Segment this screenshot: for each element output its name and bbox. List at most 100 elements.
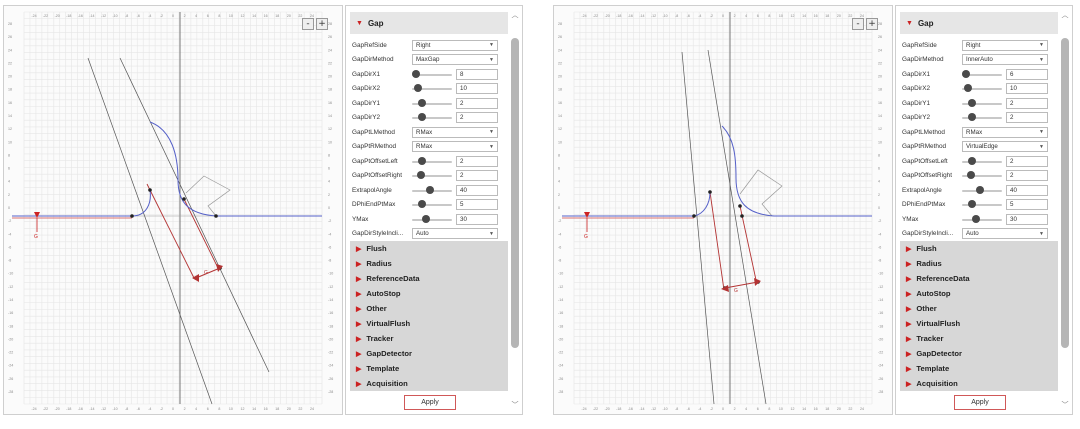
param-value-field[interactable]: 40 <box>1006 184 1048 196</box>
param-value-field[interactable]: 6 <box>1006 68 1048 80</box>
section-header[interactable]: ▶ Acquisition <box>350 376 508 391</box>
section-header[interactable]: ▶ Template <box>900 361 1058 376</box>
apply-button[interactable]: Apply <box>404 395 456 410</box>
param-value-field[interactable]: 10 <box>456 83 498 95</box>
param-slider[interactable] <box>412 199 452 210</box>
scrollbar-thumb[interactable] <box>511 38 519 348</box>
param-value-field[interactable]: 2 <box>1006 97 1048 109</box>
gap-section-header[interactable]: ▼ Gap <box>900 12 1058 34</box>
section-header[interactable]: ▶ ReferenceData <box>900 271 1058 286</box>
slider-handle[interactable] <box>968 156 977 165</box>
param-slider[interactable] <box>412 69 452 80</box>
slider-handle[interactable] <box>418 200 427 209</box>
section-header[interactable]: ▶ Flush <box>900 241 1058 256</box>
param-slider[interactable] <box>412 185 452 196</box>
slider-handle[interactable] <box>418 98 427 107</box>
panel-scrollbar[interactable]: ︿ ﹀ <box>510 8 520 412</box>
param-value-field[interactable]: 30 <box>456 213 498 225</box>
param-value-field[interactable]: 2 <box>1006 155 1048 167</box>
gap-section-header[interactable]: ▼ Gap <box>350 12 508 34</box>
section-header[interactable]: ▶ GapDetector <box>900 346 1058 361</box>
section-header[interactable]: ▶ Radius <box>350 256 508 271</box>
section-header[interactable]: ▶ Template <box>350 361 508 376</box>
slider-handle[interactable] <box>966 171 975 180</box>
param-slider[interactable] <box>962 98 1002 109</box>
param-slider[interactable] <box>962 112 1002 123</box>
slider-handle[interactable] <box>412 69 420 78</box>
param-slider[interactable] <box>962 156 1002 167</box>
slider-handle[interactable] <box>418 113 427 122</box>
param-slider[interactable] <box>412 156 452 167</box>
param-value-field[interactable]: 2 <box>456 170 498 182</box>
param-slider[interactable] <box>962 69 1002 80</box>
section-header[interactable]: ▶ Acquisition <box>900 376 1058 391</box>
slider-handle[interactable] <box>976 185 985 194</box>
param-slider[interactable] <box>962 83 1002 94</box>
section-header[interactable]: ▶ GapDetector <box>350 346 508 361</box>
section-header[interactable]: ▶ VirtualFlush <box>350 316 508 331</box>
param-slider[interactable] <box>412 170 452 181</box>
param-value-field[interactable]: 2 <box>456 155 498 167</box>
scrollbar-thumb[interactable] <box>1061 38 1069 348</box>
param-value-field[interactable]: 40 <box>456 184 498 196</box>
apply-button[interactable]: Apply <box>954 395 1006 410</box>
param-slider[interactable] <box>962 199 1002 210</box>
param-slider[interactable] <box>412 98 452 109</box>
param-value-field[interactable]: 30 <box>1006 213 1048 225</box>
section-header[interactable]: ▶ Tracker <box>350 331 508 346</box>
section-header[interactable]: ▶ Radius <box>900 256 1058 271</box>
param-dropdown[interactable]: Right ▼ <box>962 39 1048 51</box>
zoom-out-button[interactable]: - <box>852 18 864 30</box>
param-slider[interactable] <box>962 170 1002 181</box>
panel-scrollbar[interactable]: ︿ ﹀ <box>1060 8 1070 412</box>
param-value-field[interactable]: 2 <box>1006 112 1048 124</box>
scroll-down-icon[interactable]: ﹀ <box>1060 400 1070 410</box>
slider-handle[interactable] <box>962 69 970 78</box>
param-slider[interactable] <box>412 214 452 225</box>
profile-plot[interactable]: -24 -24 -22 -22 -20 -20 -18 -18 -16 -16 -14 -14 -12-… <box>3 5 343 415</box>
param-slider[interactable] <box>412 83 452 94</box>
section-header[interactable]: ▶ Flush <box>350 241 508 256</box>
param-value-field[interactable]: 8 <box>456 68 498 80</box>
param-value-field[interactable]: 2 <box>1006 170 1048 182</box>
param-value-field[interactable]: 10 <box>1006 83 1048 95</box>
slider-handle[interactable] <box>418 156 427 165</box>
slider-handle[interactable] <box>968 98 977 107</box>
slider-handle[interactable] <box>413 84 422 93</box>
slider-handle[interactable] <box>416 171 425 180</box>
slider-handle[interactable] <box>963 84 972 93</box>
param-slider[interactable] <box>962 214 1002 225</box>
param-dropdown[interactable]: RMax ▼ <box>962 126 1048 138</box>
section-header[interactable]: ▶ Other <box>350 301 508 316</box>
section-header[interactable]: ▶ AutoStop <box>350 286 508 301</box>
param-dropdown[interactable]: InnerAuto ▼ <box>962 54 1048 66</box>
section-header[interactable]: ▶ Tracker <box>900 331 1058 346</box>
scroll-down-icon[interactable]: ﹀ <box>510 400 520 410</box>
param-value-field[interactable]: 5 <box>456 199 498 211</box>
section-header[interactable]: ▶ Other <box>900 301 1058 316</box>
param-dropdown[interactable]: RMax ▼ <box>412 126 498 138</box>
scroll-up-icon[interactable]: ︿ <box>510 10 520 20</box>
zoom-in-button[interactable]: + <box>866 18 878 30</box>
slider-handle[interactable] <box>968 113 977 122</box>
profile-plot[interactable]: -24 -24 -22 -22 -20 -20 -18 -18 -16 -16 -14 -14 -12-… <box>553 5 893 415</box>
param-slider[interactable] <box>412 112 452 123</box>
param-dropdown[interactable]: Right ▼ <box>412 39 498 51</box>
param-slider[interactable] <box>962 185 1002 196</box>
slider-handle[interactable] <box>421 214 430 223</box>
section-header[interactable]: ▶ AutoStop <box>900 286 1058 301</box>
slider-handle[interactable] <box>968 200 977 209</box>
param-dropdown[interactable]: RMax ▼ <box>412 141 498 153</box>
zoom-out-button[interactable]: - <box>302 18 314 30</box>
section-header[interactable]: ▶ VirtualFlush <box>900 316 1058 331</box>
slider-handle[interactable] <box>971 214 980 223</box>
param-dropdown[interactable]: MaxGap ▼ <box>412 54 498 66</box>
param-dropdown[interactable]: Auto ▼ <box>962 228 1048 240</box>
param-value-field[interactable]: 2 <box>456 97 498 109</box>
slider-handle[interactable] <box>426 185 435 194</box>
param-value-field[interactable]: 2 <box>456 112 498 124</box>
param-dropdown[interactable]: VirtualEdge ▼ <box>962 141 1048 153</box>
param-value-field[interactable]: 5 <box>1006 199 1048 211</box>
section-header[interactable]: ▶ ReferenceData <box>350 271 508 286</box>
scroll-up-icon[interactable]: ︿ <box>1060 10 1070 20</box>
